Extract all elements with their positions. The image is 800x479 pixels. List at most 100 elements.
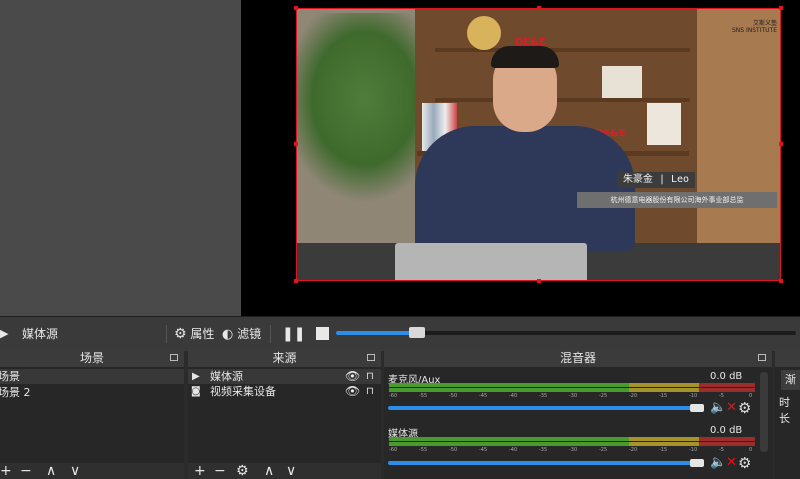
filter-icon: ◐ (222, 327, 234, 342)
meter-yellow (629, 437, 699, 441)
overlay-logo-en: SNS INSTITUTE (731, 27, 777, 34)
meter-tick-label: -25 (599, 447, 608, 453)
gear-icon: ⚙ (174, 326, 187, 342)
audio-level-meter (389, 388, 755, 392)
audio-level-meter (389, 437, 755, 441)
eye-icon[interactable]: 👁 (345, 369, 360, 384)
shelf-board (435, 98, 690, 102)
eye-icon[interactable]: 👁 (345, 384, 360, 399)
media-seek-slider[interactable] (336, 327, 796, 338)
shelf-board (435, 48, 690, 52)
stop-button[interactable] (316, 327, 329, 340)
audio-level-meter (389, 383, 755, 387)
move-source-down-button[interactable]: ∨ (286, 463, 296, 479)
toolbar-divider (270, 325, 271, 343)
filters-button[interactable]: ◐ 滤镜 (222, 317, 261, 351)
meter-green (389, 383, 629, 387)
media-seek-thumb[interactable] (409, 327, 426, 338)
audio-level-meter (389, 442, 755, 446)
scenes-title: 场景 (79, 351, 104, 365)
transition-select[interactable]: 渐 (781, 370, 800, 390)
meter-tick-label: 0 (749, 447, 753, 453)
source-item[interactable]: ▶ 媒体源 👁 ⊓ (188, 369, 381, 384)
remove-scene-button[interactable]: − (20, 463, 32, 479)
sources-dock: 来源 ▶ 媒体源 👁 ⊓ ◙ 视频采集设备 👁 ⊓ + − ⚙ ∧ ∨ (188, 350, 381, 479)
scene-item-label: 场景 2 (0, 386, 31, 399)
meter-tick-label: -60 (389, 447, 398, 453)
meter-tick-label: -45 (479, 393, 488, 399)
photo-frame (647, 103, 681, 145)
undock-icon[interactable] (758, 354, 766, 361)
properties-label: 属性 (190, 327, 215, 341)
gear-icon[interactable]: ⚙ (738, 454, 751, 472)
mixer-header: 混音器 (384, 350, 772, 367)
mixer-channel-db: 0.0 dB (710, 371, 743, 382)
lower-third-title: 杭州德意电器股份有限公司海外事业部总监 (577, 192, 777, 208)
meter-tick-label: -40 (509, 447, 518, 453)
scene-item-label: 场景 (0, 370, 20, 383)
move-scene-down-button[interactable]: ∨ (70, 463, 80, 479)
volume-slider-thumb[interactable] (690, 404, 704, 412)
meter-red (699, 388, 755, 392)
overlay-logo: 艾斯义塾 SNS INSTITUTE (717, 18, 777, 42)
meter-tick-label: -40 (509, 393, 518, 399)
meter-yellow (629, 388, 699, 392)
move-source-up-button[interactable]: ∧ (264, 463, 274, 479)
preview-canvas-background (0, 0, 241, 316)
meter-tick-label: -45 (479, 447, 488, 453)
remove-source-button[interactable]: − (214, 463, 226, 479)
mixer-scrollbar[interactable] (760, 372, 768, 452)
meter-tick-label: -10 (689, 393, 698, 399)
volume-slider[interactable] (388, 461, 704, 465)
overlay-logo-cn: 艾斯义塾 (752, 20, 777, 27)
mute-icon[interactable]: 🔈✕ (710, 400, 737, 415)
meter-tick-label: -5 (719, 393, 724, 399)
sources-footer: + − ⚙ ∧ ∨ (188, 463, 381, 479)
photo-frame (602, 66, 642, 98)
mute-icon[interactable]: 🔈✕ (710, 455, 737, 470)
meter-tick-label: -55 (419, 447, 428, 453)
undock-icon[interactable] (367, 354, 375, 361)
meter-tick-label: -15 (659, 447, 668, 453)
move-scene-up-button[interactable]: ∧ (46, 463, 56, 479)
meter-tick-label: -15 (659, 393, 668, 399)
video-frame[interactable]: DE&E DE&E 艾斯义塾 SNS INSTITUTE 朱豪金 | Leo 杭… (297, 8, 781, 281)
lock-icon[interactable]: ⊓ (366, 369, 374, 384)
scene-item[interactable]: 场景 2 (0, 385, 184, 400)
meter-tick-label: -10 (689, 447, 698, 453)
meter-tick-label: -50 (449, 393, 458, 399)
presenter-body (415, 126, 635, 251)
meter-scale: -60 -55 -50 -45 -40 -35 -30 -25 -20 -15 -10 -5 0 (389, 447, 755, 455)
duration-label: 时长 (779, 396, 790, 425)
meter-yellow (629, 383, 699, 387)
play-icon: ▶ (192, 371, 200, 382)
volume-slider[interactable] (388, 406, 704, 410)
meter-red (699, 442, 755, 446)
scene-item[interactable]: 场景 (0, 369, 184, 384)
meter-tick-label: -20 (629, 393, 638, 399)
source-properties-button[interactable]: ⚙ (236, 463, 249, 479)
presenter-hair (491, 46, 559, 68)
add-scene-button[interactable]: + (0, 463, 12, 479)
meter-yellow (629, 442, 699, 446)
source-item[interactable]: ◙ 视频采集设备 👁 ⊓ (188, 384, 381, 399)
pause-button[interactable]: ❚❚ (282, 317, 305, 351)
scenes-dock: 场景 场景 场景 2 + − ∧ ∨ (0, 350, 184, 479)
properties-button[interactable]: ⚙ 属性 (174, 317, 214, 351)
gear-icon[interactable]: ⚙ (738, 399, 751, 417)
transitions-dock: 渐 时长 (775, 350, 800, 479)
meter-red (699, 383, 755, 387)
lock-icon[interactable]: ⊓ (366, 384, 374, 399)
meter-tick-label: -30 (569, 393, 578, 399)
undock-icon[interactable] (170, 354, 178, 361)
sources-title: 来源 (272, 351, 297, 365)
meter-green (389, 437, 629, 441)
meter-green (389, 388, 629, 392)
mixer-channel-db: 0.0 dB (710, 425, 743, 436)
media-seek-progress (336, 331, 418, 335)
laptop (395, 243, 587, 281)
lower-third-name: 朱豪金 | Leo (617, 172, 695, 188)
volume-slider-thumb[interactable] (690, 459, 704, 467)
meter-tick-label: -35 (539, 447, 548, 453)
add-source-button[interactable]: + (194, 463, 206, 479)
